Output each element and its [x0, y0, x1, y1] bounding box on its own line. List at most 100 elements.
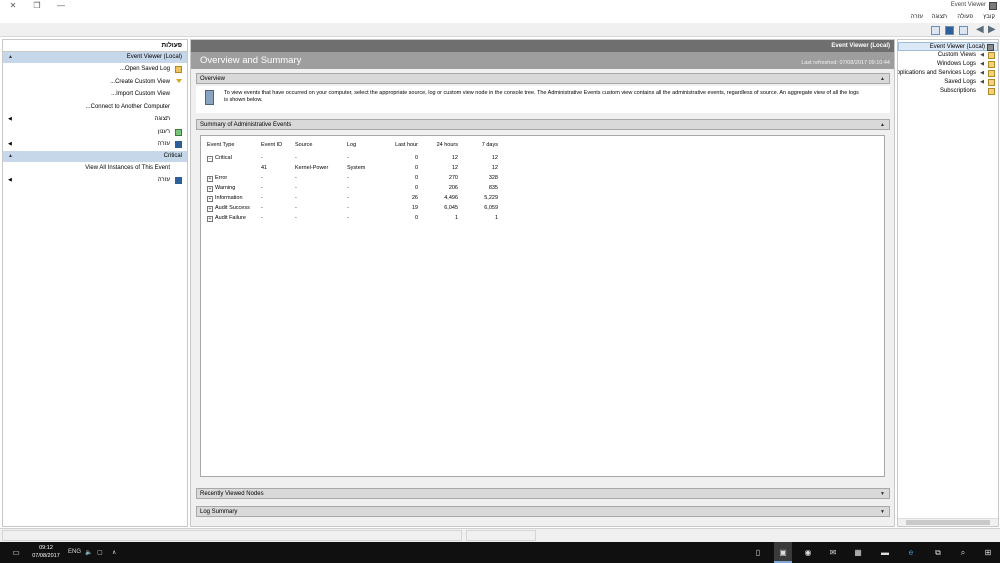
expand-box-icon[interactable]: + — [207, 185, 213, 192]
folder-icon — [988, 61, 995, 68]
search-icon[interactable]: ⌕ — [955, 546, 971, 559]
actions-section-title: Critical — [163, 152, 182, 159]
collapse-chevron-icon[interactable]: ▲ — [880, 74, 885, 84]
tree-item-saved-logs[interactable]: Saved Logs ◀ — [898, 78, 998, 87]
tree-item-windows-logs[interactable]: Windows Logs ◀ — [898, 60, 998, 69]
col-header[interactable]: Event Type — [205, 140, 259, 150]
restore-button[interactable]: ❐ — [24, 0, 50, 12]
mail-icon[interactable]: ✉ — [825, 546, 841, 559]
action-label: ...Import Custom View — [111, 91, 170, 97]
event-viewer-taskbar-icon[interactable]: ▣ — [774, 542, 792, 563]
edge-icon[interactable]: e — [903, 546, 919, 559]
tree-horizontal-scrollbar[interactable] — [898, 518, 998, 526]
cell: 41 — [261, 165, 268, 171]
tree-item-event-viewer-local[interactable]: Event Viewer (Local) — [898, 42, 998, 51]
console-tree: Event Viewer (Local) Custom Views ◀ Wind… — [897, 39, 999, 527]
file-explorer-icon[interactable]: ▬ — [877, 546, 893, 559]
col-header[interactable]: Last hour — [385, 140, 420, 150]
tree-item-subscriptions[interactable]: Subscriptions — [898, 87, 998, 96]
file-icon[interactable]: ▯ — [750, 546, 766, 559]
folder-icon — [175, 66, 182, 73]
show-hide-tree-icon[interactable] — [931, 26, 940, 35]
col-header[interactable]: Log — [345, 140, 385, 150]
close-button[interactable]: ✕ — [0, 0, 26, 12]
store-icon[interactable]: ▦ — [850, 546, 866, 559]
expand-arrow-icon[interactable]: ◀ — [980, 51, 984, 60]
actions-section-event-viewer[interactable]: ▲ Event Viewer (Local) — [3, 52, 187, 63]
taskbar-clock[interactable]: 09:12 07/08/2017 — [28, 544, 64, 560]
expand-chevron-icon[interactable]: ▼ — [880, 489, 885, 499]
expand-arrow-icon[interactable]: ◀ — [980, 69, 984, 78]
collapse-triangle-icon[interactable]: ▲ — [8, 52, 13, 63]
chrome-icon[interactable]: ◉ — [800, 546, 816, 559]
banner-title: Overview and Summary — [200, 55, 302, 66]
volume-icon[interactable]: 🔈 — [85, 549, 92, 556]
table-row[interactable]: + Error - - - 0 270 328 — [205, 173, 500, 183]
cell: 835 — [488, 185, 498, 191]
table-row[interactable]: − Critical - - - 0 12 12 — [205, 153, 500, 163]
action-center-icon[interactable]: ▭ — [8, 546, 24, 559]
task-view-icon[interactable]: ⧉ — [930, 546, 946, 559]
summary-section-header[interactable]: Summary of Administrative Events ▲ — [196, 119, 890, 130]
properties-icon[interactable] — [959, 26, 968, 35]
expand-box-icon[interactable]: + — [207, 205, 213, 212]
col-header[interactable]: 24 hours — [420, 140, 460, 150]
cell: Kernel-Power — [295, 165, 329, 171]
event-viewer-app-icon — [989, 2, 997, 10]
forward-arrow-icon[interactable]: ▶ — [988, 24, 996, 35]
expand-arrow-icon[interactable]: ◀ — [980, 60, 984, 69]
menu-help[interactable]: עזרה — [911, 14, 923, 20]
menu-action[interactable]: פעולה — [957, 14, 973, 20]
recent-nodes-section-header[interactable]: Recently Viewed Nodes ▼ — [196, 488, 890, 499]
cell: - — [347, 205, 349, 211]
overview-section-header[interactable]: Overview ▲ — [196, 73, 890, 84]
action-open-saved-log[interactable]: ...Open Saved Log — [3, 63, 187, 76]
table-row[interactable]: + Information - - - 26 4,496 5,229 — [205, 193, 500, 203]
help-icon — [175, 177, 182, 184]
minimize-button[interactable]: — — [48, 0, 74, 12]
tree-item-app-services-logs[interactable]: Applications and Services Logs ◀ — [898, 69, 998, 78]
collapse-chevron-icon[interactable]: ▲ — [880, 120, 885, 130]
table-row[interactable]: + Audit Failure - - - 0 1 1 — [205, 213, 500, 223]
action-import-custom-view[interactable]: ...Import Custom View — [3, 88, 187, 101]
tree-item-custom-views[interactable]: Custom Views ◀ — [898, 51, 998, 60]
cell: System — [347, 165, 366, 171]
expand-chevron-icon[interactable]: ▼ — [880, 507, 885, 517]
help-icon[interactable] — [945, 26, 954, 35]
language-indicator[interactable]: ENG — [68, 549, 81, 555]
network-icon[interactable]: ▢ — [97, 549, 103, 556]
refresh-icon — [175, 128, 182, 136]
col-header[interactable]: Source — [293, 140, 345, 150]
expand-box-icon[interactable]: + — [207, 195, 213, 202]
cell: - — [347, 215, 349, 221]
action-help-critical[interactable]: ◀ עזרה — [3, 174, 187, 187]
collapse-box-icon[interactable]: − — [207, 155, 213, 162]
table-row[interactable]: + Audit Success - - - 19 6,045 6,059 — [205, 203, 500, 213]
table-row[interactable]: + Warning - - - 0 206 835 — [205, 183, 500, 193]
log-summary-section-header[interactable]: Log Summary ▼ — [196, 506, 890, 517]
menu-file[interactable]: קובץ — [983, 14, 995, 20]
expand-box-icon[interactable]: + — [207, 175, 213, 182]
cell — [205, 163, 259, 173]
show-hidden-icons-chevron-icon[interactable]: ∧ — [112, 549, 116, 556]
action-create-custom-view[interactable]: ...Create Custom View — [3, 76, 187, 89]
action-view[interactable]: ◀ תצוגה — [3, 113, 187, 126]
action-connect-computer[interactable]: ...Connect to Another Computer — [3, 101, 187, 114]
collapse-triangle-icon[interactable]: ▲ — [8, 151, 13, 162]
cell: 0 — [414, 155, 418, 161]
action-view-all-instances[interactable]: View All Instances of This Event — [3, 162, 187, 175]
expand-box-icon[interactable]: + — [207, 215, 213, 222]
scrollbar-thumb[interactable] — [906, 520, 990, 525]
cell: - — [295, 185, 297, 191]
start-icon[interactable]: ⊞ — [980, 546, 996, 559]
action-refresh[interactable]: רענון — [3, 126, 187, 139]
action-help[interactable]: ◀ עזרה — [3, 138, 187, 151]
back-arrow-icon[interactable]: ◀ — [976, 24, 984, 35]
col-header[interactable]: Event ID — [259, 140, 293, 150]
col-header[interactable]: 7 days — [460, 140, 500, 150]
menu-view[interactable]: תצוגה — [932, 14, 947, 20]
actions-section-critical[interactable]: ▲ Critical — [3, 150, 187, 162]
table-row[interactable]: 41 Kernel-Power System 0 12 12 — [205, 163, 500, 173]
expand-arrow-icon[interactable]: ◀ — [980, 78, 984, 87]
cell: 12 — [451, 155, 458, 161]
